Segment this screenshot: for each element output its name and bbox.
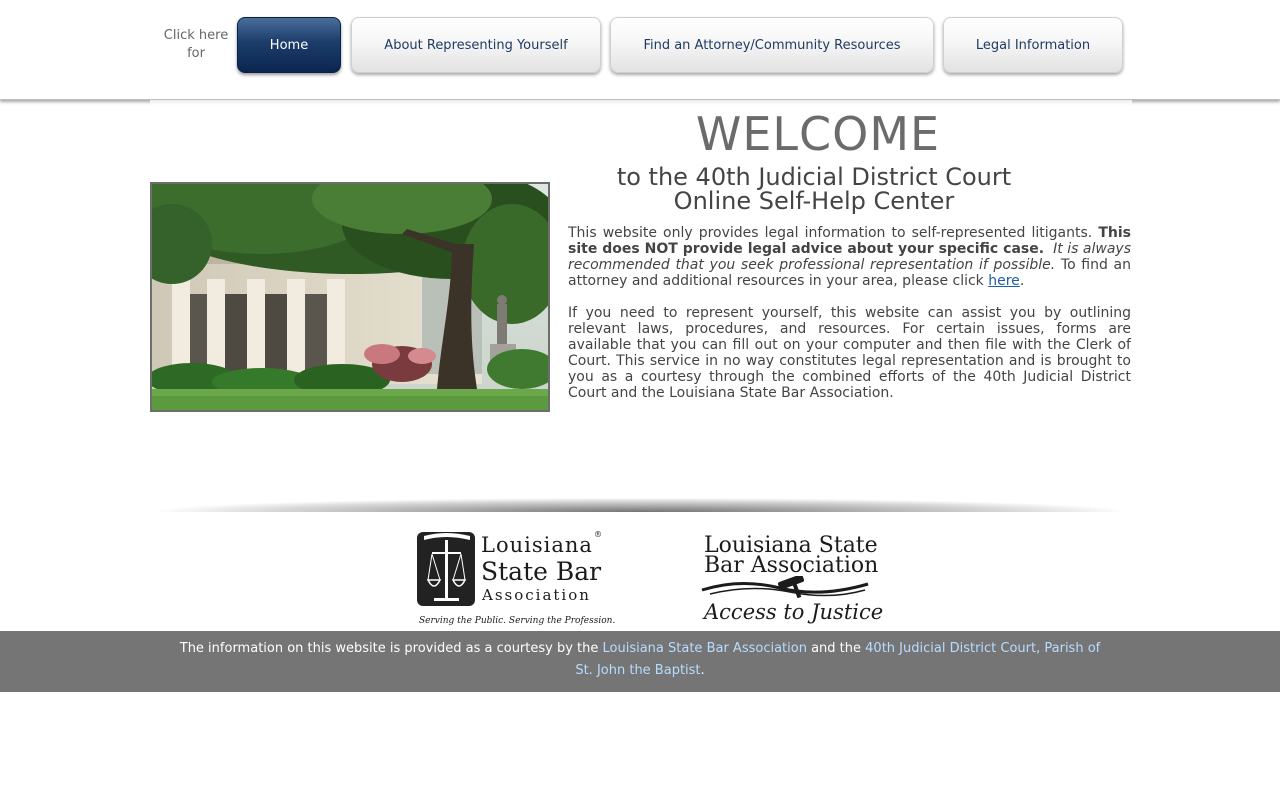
resources-here-link[interactable]: here bbox=[988, 273, 1020, 289]
welcome-heading: WELCOME bbox=[695, 107, 941, 161]
section-divider-shadow bbox=[160, 498, 1122, 512]
header-bar: Click here for Home About Representing Y… bbox=[0, 0, 1280, 100]
access-to-justice-logo[interactable]: Louisiana State Bar Association Access t… bbox=[698, 534, 883, 628]
content-top-strip bbox=[150, 100, 1132, 105]
click-here-label: Click here for bbox=[163, 28, 229, 61]
subtitle-line-center: Online Self-Help Center bbox=[673, 187, 955, 215]
footer-period: . bbox=[700, 663, 705, 678]
footer-text-b: and the bbox=[806, 641, 866, 656]
footer-lsba-link[interactable]: Louisiana State Bar Association bbox=[603, 641, 807, 656]
self-representation-paragraph: If you need to represent yourself, this … bbox=[568, 305, 1131, 401]
lsba-logo-line3: Association bbox=[482, 586, 591, 604]
lsba-logo-line2: State Bar bbox=[481, 557, 602, 586]
footer-bar: The information on this website is provi… bbox=[0, 631, 1280, 692]
nav-about-representing-button[interactable]: About Representing Yourself bbox=[351, 17, 601, 73]
lsba-logo[interactable]: Louisiana ® State Bar Association Servin… bbox=[414, 530, 615, 630]
lsba-tagline: Serving the Public. Serving the Professi… bbox=[419, 616, 616, 626]
subtitle-line-court: to the 40th Judicial District Court bbox=[616, 163, 1012, 191]
nav-home-button[interactable]: Home bbox=[237, 17, 341, 73]
intro-paragraph: This website only provides legal informa… bbox=[568, 225, 1131, 289]
page-subtitle: to the 40th Judicial District Court Onli… bbox=[564, 165, 1064, 213]
atj-logo-line2: Bar Association bbox=[704, 553, 879, 578]
nav-legal-information-button[interactable]: Legal Information bbox=[943, 17, 1123, 73]
atj-logo-line3: Access to Justice bbox=[704, 600, 884, 624]
period: . bbox=[1019, 273, 1025, 289]
registered-mark: ® bbox=[594, 530, 602, 539]
nav-find-attorney-button[interactable]: Find an Attorney/Community Resources bbox=[610, 17, 934, 73]
courthouse-photo bbox=[150, 182, 550, 412]
intro-text: This website only provides legal informa… bbox=[568, 225, 1099, 241]
lsba-logo-line1: Louisiana bbox=[481, 533, 593, 557]
gavel-swoosh-icon bbox=[701, 576, 869, 598]
footer-text-a: The information on this website is provi… bbox=[179, 641, 603, 656]
footer-courtesy-text: The information on this website is provi… bbox=[175, 638, 1105, 682]
